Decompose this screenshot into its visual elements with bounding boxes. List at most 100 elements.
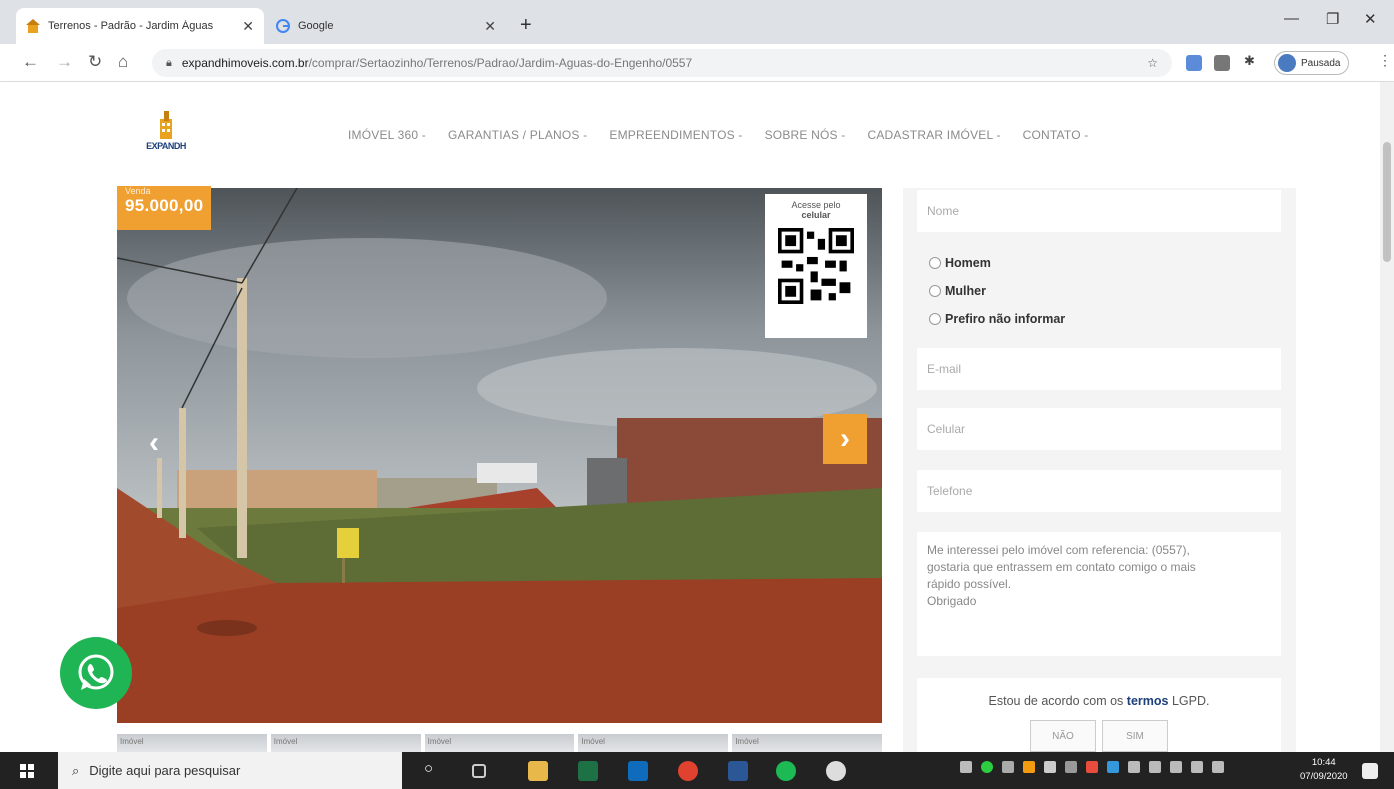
- main-menu: IMÓVEL 360 - GARANTIAS / PLANOS - EMPREE…: [348, 128, 1088, 142]
- extensions-puzzle-icon[interactable]: ✱: [1244, 53, 1260, 69]
- tab-title: Terrenos - Padrão - Jardim Águas: [48, 20, 214, 32]
- clock-time: 10:44: [1311, 757, 1336, 768]
- whatsapp-button[interactable]: [60, 637, 132, 709]
- email-field[interactable]: E-mail: [917, 348, 1281, 390]
- message-textarea[interactable]: Me interessei pelo imóvel com referencia…: [917, 532, 1281, 656]
- tray-app-icon[interactable]: [1023, 761, 1035, 773]
- contact-form: Nome Homem Mulher Prefiro não informar E…: [903, 188, 1296, 752]
- gender-label: Homem: [945, 256, 991, 270]
- task-view-icon[interactable]: [472, 764, 486, 778]
- page-scrollbar[interactable]: [1380, 82, 1394, 752]
- logo-text: EXPANDH: [146, 141, 186, 151]
- house-favicon-icon: [26, 19, 40, 33]
- minimize-icon[interactable]: —: [1284, 10, 1299, 27]
- site-header: EXPANDH IMÓVEL 360 - GARANTIAS / PLANOS …: [0, 82, 1394, 188]
- gender-label: Mulher: [945, 284, 986, 298]
- lgpd-suffix: LGPD.: [1171, 694, 1210, 708]
- qr-code-icon: [778, 228, 854, 304]
- taskbar-search-input[interactable]: ⌕ Digite aqui para pesquisar: [58, 752, 402, 789]
- tray-app-icon[interactable]: [1065, 761, 1077, 773]
- tab-close-icon[interactable]: ✕: [484, 18, 496, 35]
- tray-app-icon[interactable]: [1128, 761, 1140, 773]
- browser-tab-strip: Terrenos - Padrão - Jardim Águas ✕ Googl…: [0, 0, 1394, 44]
- new-tab-icon[interactable]: +: [520, 14, 532, 37]
- tab-google[interactable]: Google ✕: [266, 8, 506, 44]
- thumbnail[interactable]: Imóvel: [270, 734, 421, 754]
- mobile-field[interactable]: Celular: [917, 408, 1281, 450]
- gender-option-mulher[interactable]: Mulher: [929, 284, 986, 298]
- excel-icon[interactable]: [578, 761, 598, 781]
- message-line: rápido possível.: [927, 577, 1012, 591]
- forward-icon[interactable]: →: [56, 52, 73, 72]
- tray-app-icon[interactable]: [981, 761, 993, 773]
- tray-app-icon[interactable]: [1149, 761, 1161, 773]
- volume-icon[interactable]: [1191, 761, 1203, 773]
- windows-start-icon[interactable]: [20, 764, 34, 778]
- address-bar[interactable]: 🔒︎ expandhimoveis.com.br /comprar/Sertao…: [152, 49, 1172, 77]
- menu-item-sobre-nos[interactable]: SOBRE NÓS -: [765, 128, 846, 142]
- window-close-icon[interactable]: ✕: [1364, 10, 1377, 28]
- next-photo-button[interactable]: ›: [823, 414, 867, 464]
- gender-option-nao-informar[interactable]: Prefiro não informar: [929, 312, 1065, 326]
- app-icon[interactable]: [826, 761, 846, 781]
- extension-icon[interactable]: [1214, 55, 1230, 71]
- tray-app-icon[interactable]: [1107, 761, 1119, 773]
- spotify-icon[interactable]: [776, 761, 796, 781]
- qr-code-panel: Acesse pelo celular: [765, 194, 867, 338]
- tab-title: Google: [298, 20, 334, 32]
- tray-app-icon[interactable]: [1086, 761, 1098, 773]
- bookmark-star-icon[interactable]: ☆: [1147, 56, 1158, 70]
- thumbnail[interactable]: Imóvel: [424, 734, 575, 754]
- building-logo-icon: [160, 111, 172, 139]
- restore-icon[interactable]: ❐: [1326, 10, 1339, 28]
- network-icon[interactable]: [1170, 761, 1182, 773]
- system-tray: [960, 761, 1224, 773]
- tray-app-icon[interactable]: [1002, 761, 1014, 773]
- thumbnail[interactable]: Imóvel: [578, 734, 729, 754]
- menu-item-cadastrar-imovel[interactable]: CADASTRAR IMÓVEL -: [867, 128, 1000, 142]
- menu-item-imovel-360[interactable]: IMÓVEL 360 -: [348, 128, 426, 142]
- url-path: /comprar/Sertaozinho/Terrenos/Padrao/Jar…: [308, 56, 693, 70]
- message-line: Me interessei pelo imóvel com referencia…: [927, 543, 1190, 557]
- site-logo[interactable]: EXPANDH: [136, 107, 196, 157]
- back-icon[interactable]: ←: [22, 52, 39, 72]
- thumbnail[interactable]: Imóvel: [117, 734, 267, 754]
- file-explorer-icon[interactable]: [528, 761, 548, 781]
- tray-app-icon[interactable]: [1044, 761, 1056, 773]
- taskbar-clock[interactable]: 10:44 07/09/2020: [1300, 756, 1348, 784]
- outlook-icon[interactable]: [628, 761, 648, 781]
- notifications-icon[interactable]: [1362, 763, 1378, 779]
- extension-icon[interactable]: [1186, 55, 1202, 71]
- price-badge: Venda 95.000,00: [117, 186, 212, 230]
- reload-icon[interactable]: ↻: [88, 52, 102, 72]
- radio-icon: [929, 257, 941, 269]
- menu-item-contato[interactable]: CONTATO -: [1023, 128, 1089, 142]
- lgpd-yes-button[interactable]: SIM: [1102, 720, 1168, 752]
- menu-item-empreendimentos[interactable]: EMPREENDIMENTOS -: [609, 128, 742, 142]
- people-icon[interactable]: [960, 761, 972, 773]
- google-favicon-icon: [276, 19, 290, 33]
- tab-close-icon[interactable]: ✕: [242, 18, 254, 35]
- keyboard-icon[interactable]: [1212, 761, 1224, 773]
- profile-button[interactable]: Pausada: [1274, 51, 1350, 75]
- home-icon[interactable]: ⌂: [118, 52, 128, 72]
- chrome-icon[interactable]: [678, 761, 698, 781]
- tab-terrenos[interactable]: Terrenos - Padrão - Jardim Águas ✕: [16, 8, 264, 44]
- thumbnail[interactable]: Imóvel: [732, 734, 882, 754]
- price-value: 95.000,00: [125, 196, 204, 215]
- scrollbar-thumb[interactable]: [1383, 142, 1391, 262]
- gender-option-homem[interactable]: Homem: [929, 256, 991, 270]
- phone-field[interactable]: Telefone: [917, 470, 1281, 512]
- lgpd-no-button[interactable]: NÃO: [1030, 720, 1096, 752]
- gender-label: Prefiro não informar: [945, 312, 1066, 326]
- menu-item-garantias[interactable]: GARANTIAS / PLANOS -: [448, 128, 587, 142]
- qr-caption-line1: Acesse pelo: [791, 200, 841, 210]
- lgpd-terms-link[interactable]: termos: [1127, 694, 1169, 708]
- avatar: [1278, 54, 1296, 72]
- cortana-icon[interactable]: ○: [424, 760, 444, 780]
- price-label: Venda: [125, 186, 151, 196]
- prev-photo-button[interactable]: ‹: [132, 418, 176, 468]
- word-icon[interactable]: [728, 761, 748, 781]
- menu-kebab-icon[interactable]: ⋮: [1378, 52, 1392, 69]
- name-input[interactable]: Nome: [917, 190, 1281, 232]
